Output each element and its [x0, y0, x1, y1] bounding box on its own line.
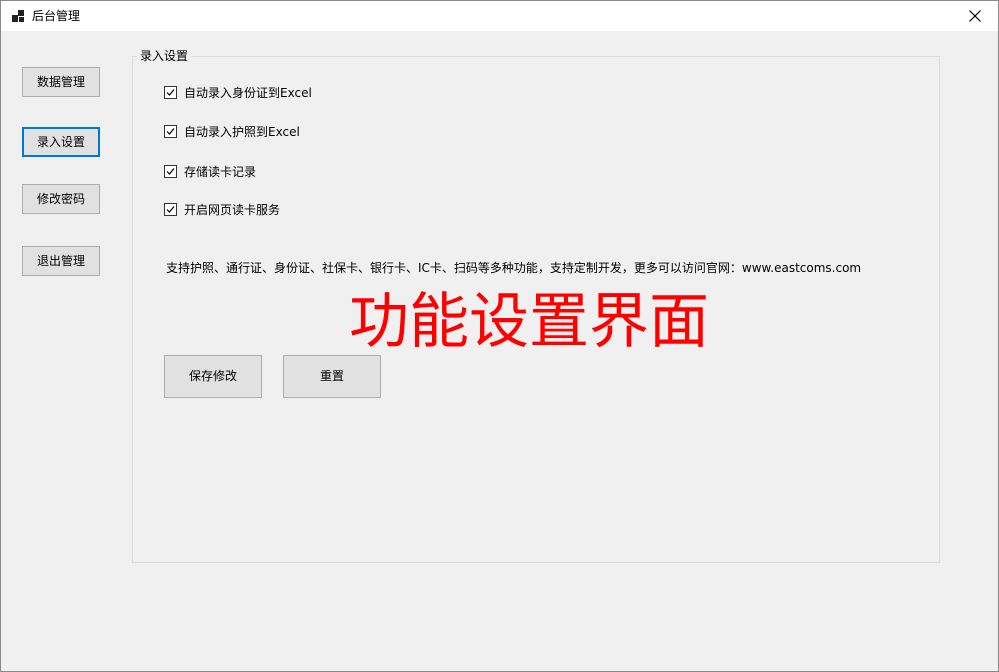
check-icon [166, 206, 175, 213]
group-legend: 录入设置 [137, 49, 192, 63]
checkbox-label[interactable]: 开启网页读卡服务 [184, 202, 280, 218]
sidebar-item-exit-management[interactable]: 退出管理 [22, 246, 100, 276]
checkbox-box[interactable] [164, 86, 177, 99]
checkbox-box[interactable] [164, 165, 177, 178]
checkbox-label[interactable]: 自动录入身份证到Excel [184, 85, 312, 101]
save-button[interactable]: 保存修改 [164, 355, 262, 398]
reset-button[interactable]: 重置 [283, 355, 381, 398]
sidebar-item-change-password[interactable]: 修改密码 [22, 184, 100, 214]
feature-settings-heading: 功能设置界面 [349, 287, 709, 357]
app-icon [12, 10, 24, 22]
title-bar[interactable]: 后台管理 [1, 1, 998, 31]
window-title: 后台管理 [32, 9, 81, 23]
sidebar-item-data-management[interactable]: 数据管理 [22, 67, 100, 97]
close-button[interactable] [952, 1, 998, 31]
main-window: 后台管理 数据管理 录入设置 修改密码 退出管理 录入设置 自动录入身份证到Ex… [0, 0, 999, 672]
checkbox-box[interactable] [164, 125, 177, 138]
info-text: 支持护照、通行证、身份证、社保卡、银行卡、IC卡、扫码等多种功能，支持定制开发，… [166, 261, 862, 275]
check-icon [166, 89, 175, 96]
sidebar-item-input-settings[interactable]: 录入设置 [22, 127, 100, 157]
check-icon [166, 128, 175, 135]
checkbox-label[interactable]: 自动录入护照到Excel [184, 124, 300, 140]
checkbox-label[interactable]: 存储读卡记录 [184, 164, 256, 180]
close-icon [969, 10, 981, 22]
checkbox-box[interactable] [164, 203, 177, 216]
check-icon [166, 168, 175, 175]
